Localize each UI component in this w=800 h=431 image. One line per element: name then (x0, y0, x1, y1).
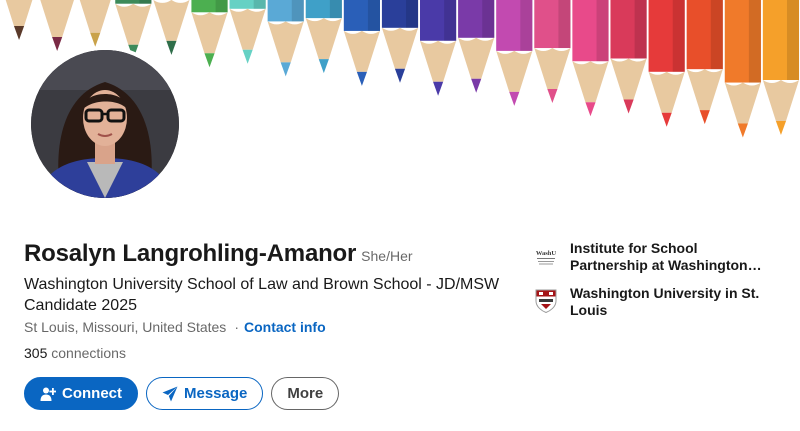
pronouns: She/Her (361, 248, 413, 264)
pencil (762, 0, 800, 135)
pencil (724, 0, 761, 138)
org-name-isp: Institute for School Partnership at Wash… (570, 240, 748, 273)
pencil (79, 0, 111, 47)
pencil (534, 0, 571, 104)
pencil (572, 0, 609, 117)
pencil (648, 0, 685, 127)
contact-info-link[interactable]: Contact info (244, 319, 326, 335)
connections-count[interactable]: 305 connections (24, 345, 126, 361)
pencil (381, 0, 419, 83)
location-row: St Louis, Missouri, United States · Cont… (24, 319, 326, 335)
profile-actions: Connect Message More (24, 377, 340, 410)
pencil (496, 0, 533, 106)
org-name-washu: Washington University in St. Louis (570, 285, 760, 318)
avatar[interactable] (27, 46, 183, 202)
pencil (40, 0, 74, 52)
profile-card: Rosalyn Langrohling-Amanor She/Her Washi… (0, 0, 800, 431)
add-person-icon (40, 386, 56, 402)
pencil (5, 0, 33, 40)
profile-photo-icon (31, 50, 179, 198)
pencil (420, 0, 457, 96)
top-organizations: WashU Institute for School Partnership a… (534, 240, 784, 330)
message-button[interactable]: Message (146, 377, 264, 410)
profile-headline: Washington University School of Law and … (24, 276, 500, 314)
connections-label: connections (51, 345, 126, 361)
pencil (267, 0, 304, 77)
washu-shield-icon (534, 289, 558, 313)
pencil (343, 0, 380, 86)
name-row: Rosalyn Langrohling-Amanor She/Her (24, 240, 413, 268)
connect-button[interactable]: Connect (24, 377, 138, 410)
send-icon (162, 386, 178, 402)
connections-number: 305 (24, 345, 48, 361)
svg-text:WashU: WashU (536, 250, 557, 257)
org-item-isp[interactable]: WashU Institute for School Partnership a… (534, 240, 784, 274)
pencil (686, 0, 723, 125)
connect-label: Connect (62, 385, 122, 402)
message-label: Message (184, 385, 248, 402)
profile-name: Rosalyn Langrohling-Amanor (24, 240, 357, 267)
more-button[interactable]: More (271, 377, 340, 410)
pencil (191, 0, 228, 68)
isp-logo-icon: WashU (534, 244, 558, 268)
pencil (229, 0, 266, 64)
pencil (458, 0, 495, 93)
separator-dot: · (234, 319, 239, 335)
pencil (305, 0, 342, 74)
location: St Louis, Missouri, United States (24, 319, 227, 335)
more-label: More (287, 385, 324, 402)
pencil (610, 0, 647, 114)
pencil (153, 0, 190, 55)
org-item-washu[interactable]: Washington University in St. Louis (534, 285, 784, 319)
